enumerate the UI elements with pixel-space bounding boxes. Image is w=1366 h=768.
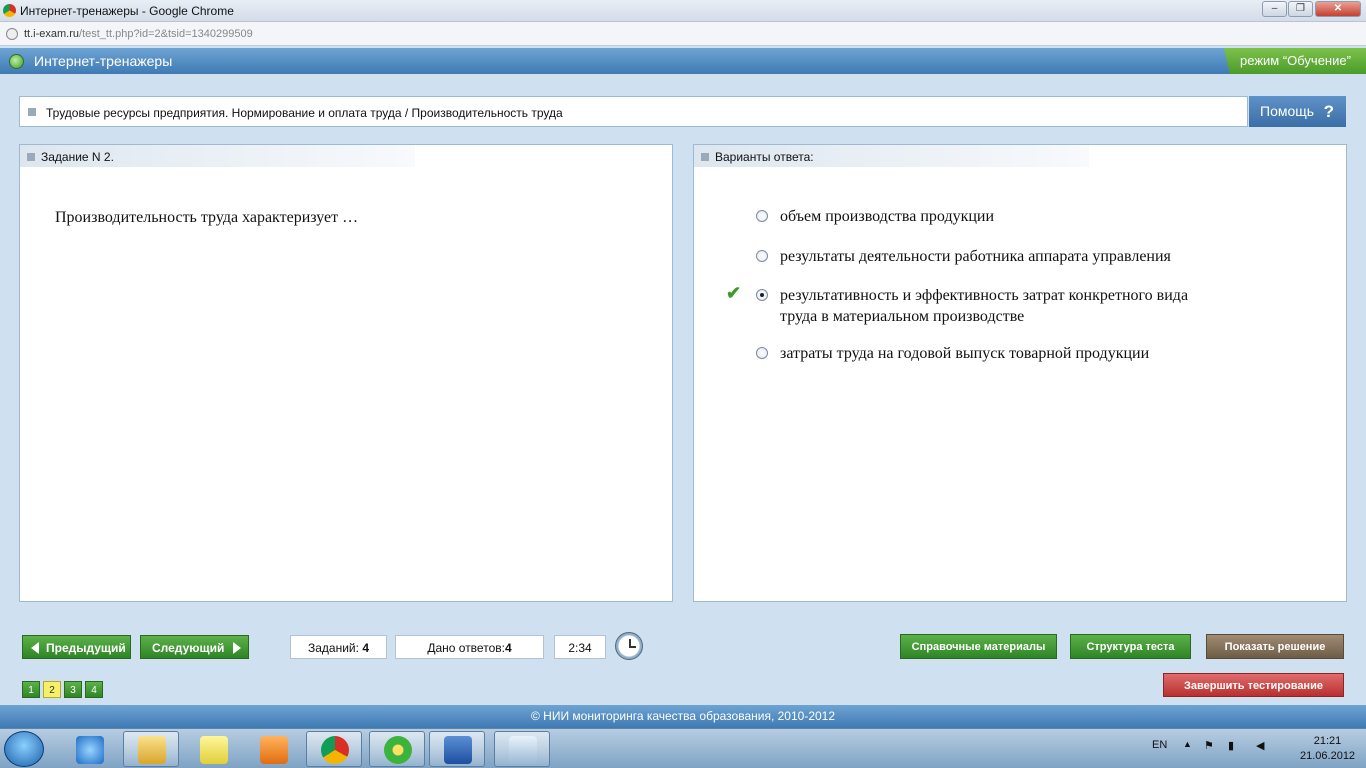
question-mark-icon: ? (1323, 102, 1334, 121)
url-text[interactable]: tt.i-exam.ru/test_tt.php?id=2&tsid=13402… (24, 28, 253, 40)
radio-button-selected[interactable] (756, 289, 768, 301)
page-button-3[interactable]: 3 (64, 681, 82, 698)
radio-button[interactable] (756, 210, 768, 222)
app-header: Интернет-тренажеры (0, 48, 1366, 74)
answers-title: Варианты ответа: (715, 150, 814, 164)
next-button[interactable]: Следующий (140, 635, 249, 659)
icq-flower-icon (384, 736, 412, 764)
folder-icon (138, 736, 166, 764)
volume-icon[interactable]: ◀ (1256, 739, 1264, 752)
chrome-icon (3, 4, 16, 17)
arrow-right-icon (233, 642, 241, 654)
help-button[interactable]: Помощь ? (1249, 96, 1346, 127)
language-indicator[interactable]: EN (1152, 739, 1167, 751)
taskbar-chrome[interactable] (306, 731, 362, 767)
answers-panel: Варианты ответа: объем производства прод… (693, 144, 1347, 602)
clock-icon (615, 632, 643, 660)
taskbar-media[interactable] (245, 731, 301, 767)
answer-text: результаты деятельности работника аппара… (780, 248, 1171, 265)
breadcrumb: Трудовые ресурсы предприятия. Нормирован… (19, 96, 1248, 127)
window-titlebar: Интернет-тренажеры - Google Chrome – ❐ ✕ (0, 0, 1366, 22)
breadcrumb-text: Трудовые ресурсы предприятия. Нормирован… (46, 106, 563, 120)
task-panel: Задание N 2. Производительность труда ха… (19, 144, 673, 602)
question-text: Производительность труда характеризует … (55, 209, 359, 226)
internet-explorer-icon (76, 736, 104, 764)
mode-badge: режим “Обучение” (1223, 48, 1366, 74)
answer-text: затраты труда на годовой выпуск товарной… (780, 345, 1150, 362)
window-title: Интернет-тренажеры - Google Chrome (20, 4, 234, 18)
tasks-count: Заданий: 4 (290, 635, 387, 659)
task-number: Задание N 2. (41, 150, 114, 164)
answer-text: результативность и эффективность затрат … (780, 287, 1189, 325)
network-icon[interactable]: ▮ (1228, 739, 1234, 752)
media-player-icon (260, 736, 288, 764)
maximize-button[interactable]: ❐ (1288, 1, 1313, 17)
address-bar[interactable]: tt.i-exam.ru/test_tt.php?id=2&tsid=13402… (0, 22, 1366, 46)
answer-text: объем производства продукции (780, 208, 995, 225)
taskbar-notes[interactable] (185, 731, 241, 767)
check-mark-icon: ✔ (726, 283, 742, 303)
close-button[interactable]: ✕ (1315, 1, 1361, 17)
help-label: Помощь (1260, 103, 1315, 119)
app-logo-icon (9, 54, 24, 69)
taskbar-icq[interactable] (369, 731, 425, 767)
notepad-icon (509, 736, 537, 764)
arrow-left-icon (31, 642, 39, 654)
footer-copyright: © НИИ мониторинга качества образования, … (0, 705, 1366, 728)
previous-button[interactable]: Предыдущий (22, 635, 131, 659)
clock-time: 21:21 (1313, 735, 1342, 747)
task-panel-header: Задание N 2. (20, 145, 415, 167)
action-center-icon[interactable]: ⚑ (1204, 739, 1214, 752)
page-button-1[interactable]: 1 (22, 681, 40, 698)
taskbar-ie[interactable] (61, 731, 117, 767)
radio-button[interactable] (756, 250, 768, 262)
answers-panel-header: Варианты ответа: (694, 145, 1089, 167)
show-hidden-icons-icon[interactable]: ▲ (1183, 739, 1192, 749)
clock-date: 21.06.2012 (1300, 750, 1356, 762)
sticky-notes-icon (200, 736, 228, 764)
bullet-icon (27, 153, 35, 161)
word-icon (444, 736, 472, 764)
reference-materials-button[interactable]: Справочные материалы (900, 634, 1057, 659)
page-button-4[interactable]: 4 (85, 681, 103, 698)
minimize-button[interactable]: – (1262, 1, 1287, 17)
taskbar-notepad[interactable] (494, 731, 550, 767)
globe-icon (6, 28, 18, 40)
taskbar: EN ▲ ⚑ ▮ ◀ 21:21 21.06.2012 (0, 728, 1366, 768)
clock[interactable]: 21:21 21.06.2012 (1300, 734, 1355, 764)
answers-count: Дано ответов:4 (395, 635, 544, 659)
page-button-2[interactable]: 2 (43, 681, 61, 698)
app-title: Интернет-тренажеры (34, 53, 173, 69)
taskbar-word[interactable] (429, 731, 485, 767)
chrome-icon (321, 736, 349, 764)
bullet-icon (28, 108, 36, 116)
show-solution-button[interactable]: Показать решение (1206, 634, 1344, 659)
taskbar-explorer[interactable] (123, 731, 179, 767)
start-button[interactable] (4, 731, 44, 767)
finish-test-button[interactable]: Завершить тестирование (1163, 673, 1344, 697)
radio-button[interactable] (756, 347, 768, 359)
test-structure-button[interactable]: Структура теста (1070, 634, 1191, 659)
bullet-icon (701, 153, 709, 161)
timer: 2:34 (554, 635, 606, 659)
